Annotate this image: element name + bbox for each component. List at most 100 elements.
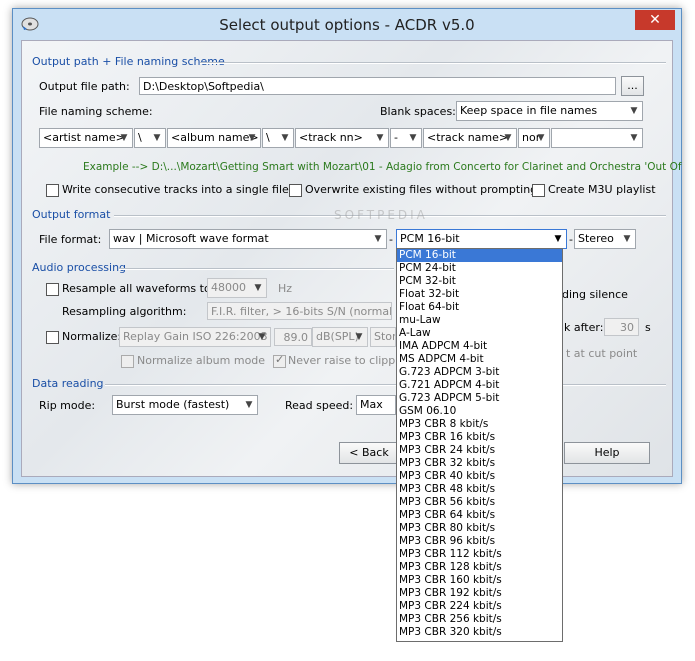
codec-option[interactable]: Float 32-bit [397,288,562,301]
chevron-down-icon: ▼ [254,283,262,293]
output-file-path-label: Output file path: [39,80,130,93]
db-unit-select[interactable]: dB(SPL) ▼ [312,327,368,347]
file-format-label: File format: [39,233,102,246]
chevron-down-icon: ▼ [537,133,545,143]
never-clip-label: Never raise to clipping [288,354,413,367]
sample-rate-select[interactable]: 48000 ▼ [207,278,267,298]
split-after-input[interactable]: 30 [604,318,639,336]
codec-option[interactable]: PCM 32-bit [397,275,562,288]
consecutive-tracks-checkbox[interactable] [46,184,59,197]
resample-checkbox[interactable] [46,283,59,296]
scheme-part-6[interactable]: - ▼ [390,128,422,148]
normalize-label: Normalize: [62,330,122,343]
store-value: Store [374,330,396,343]
codec-option[interactable]: MP3 CBR 256 kbit/s [397,613,562,626]
codec-option[interactable]: PCM 24-bit [397,262,562,275]
chevron-down-icon: ▼ [153,133,161,143]
normalize-method-select[interactable]: Replay Gain ISO 226:2003 ▼ [119,327,271,347]
chevron-down-icon: ▼ [623,234,631,244]
codec-option[interactable]: MP3 CBR 64 kbit/s [397,509,562,522]
silence-label: ding silence [562,288,628,301]
target-level-input[interactable]: 89.0 [274,328,312,346]
codec-select[interactable]: PCM 16-bit ▼ [396,229,567,249]
scheme-part-9[interactable]: ▼ [551,128,643,148]
chevron-down-icon: ▼ [120,133,128,143]
split-after-label: k after: [564,321,604,334]
browse-button[interactable]: ... [621,76,644,96]
rip-mode-value: Burst mode (fastest) [116,398,230,411]
codec-option[interactable]: Float 64-bit [397,301,562,314]
section-audio-processing: Audio processing [32,261,127,274]
close-button[interactable]: ✕ [635,10,675,30]
codec-option[interactable]: MP3 CBR 8 kbit/s [397,418,562,431]
read-speed-label: Read speed: [285,399,354,412]
codec-option[interactable]: G.723 ADPCM 3-bit [397,366,562,379]
dash-separator: - [569,233,573,246]
codec-option[interactable]: MP3 CBR 24 kbit/s [397,444,562,457]
codec-option[interactable]: MP3 CBR 96 kbit/s [397,535,562,548]
codec-option[interactable]: G.721 ADPCM 4-bit [397,379,562,392]
scheme-part-1[interactable]: <artist name> ▼ [39,128,133,148]
codec-option[interactable]: IMA ADPCM 4-bit [397,340,562,353]
title-bar[interactable]: Select output options - ACDR v5.0 ✕ [13,9,681,39]
album-mode-label: Normalize album mode [137,354,266,367]
codec-option[interactable]: MP3 CBR 224 kbit/s [397,600,562,613]
read-speed-select[interactable]: Max [356,395,396,415]
sample-rate-value: 48000 [211,281,246,294]
scheme-part-4[interactable]: \ ▼ [262,128,294,148]
codec-option[interactable]: MP3 CBR 128 kbit/s [397,561,562,574]
codec-option[interactable]: PCM 16-bit [397,249,562,262]
scheme-part-3[interactable]: <album name> ▼ [167,128,261,148]
channels-select[interactable]: Stereo ▼ [574,229,636,249]
resampling-algorithm-field[interactable]: F.I.R. filter, > 16-bits S/N (normal) [207,302,392,320]
scheme-part-5[interactable]: <track nn> ▼ [295,128,389,148]
dialog-body: Output path + File naming scheme Output … [21,40,682,477]
codec-option[interactable]: MP3 CBR 56 kbit/s [397,496,562,509]
scheme-part-2[interactable]: \ ▼ [134,128,166,148]
overwrite-checkbox[interactable] [289,184,302,197]
codec-option[interactable]: MP3 CBR 160 kbit/s [397,574,562,587]
codec-option[interactable]: MP3 CBR 40 kbit/s [397,470,562,483]
file-format-select[interactable]: wav | Microsoft wave format ▼ [109,229,387,249]
codec-option[interactable]: mu-Law [397,314,562,327]
chevron-down-icon: ▼ [374,234,382,244]
scheme-part-7[interactable]: <track name> ▼ [423,128,517,148]
hz-unit: Hz [278,282,293,295]
codec-option[interactable]: MP3 CBR 16 kbit/s [397,431,562,444]
normalize-checkbox[interactable] [46,331,59,344]
back-button[interactable]: < Back [339,442,399,464]
codec-option[interactable]: GSM 06.10 [397,405,562,418]
naming-example: Example --> D:\...\Mozart\Getting Smart … [83,161,682,173]
codec-option[interactable]: MP3 CBR 48 kbit/s [397,483,562,496]
resample-label: Resample all waveforms to: [62,282,215,295]
album-mode-checkbox[interactable] [121,355,134,368]
codec-option[interactable]: MP3 CBR 320 kbit/s [397,626,562,639]
watermark-text: SOFTPEDIA [334,208,428,222]
m3u-playlist-checkbox[interactable] [532,184,545,197]
chevron-down-icon: ▼ [376,133,384,143]
section-divider [105,384,666,386]
channels-value: Stereo [578,232,614,245]
codec-option[interactable]: MP3 CBR 32 kbit/s [397,457,562,470]
codec-option[interactable]: MP3 CBR 112 kbit/s [397,548,562,561]
blank-spaces-select[interactable]: Keep space in file names ▼ [456,101,643,121]
scheme-part-8[interactable]: nor ▼ [518,128,550,148]
codec-option[interactable]: MS ADPCM 4-bit [397,353,562,366]
codec-option[interactable]: MP3 CBR 192 kbit/s [397,587,562,600]
codec-dropdown-list[interactable]: PCM 16-bit PCM 24-bit PCM 32-bit Float 32-b… [396,248,563,642]
codec-option[interactable]: MP3 CBR 80 kbit/s [397,522,562,535]
codec-value: PCM 16-bit [400,232,460,245]
rip-mode-select[interactable]: Burst mode (fastest) ▼ [112,395,258,415]
store-select[interactable]: Store [370,327,396,347]
section-output-format: Output format [32,208,111,221]
chevron-down-icon: ▼ [258,332,266,342]
chevron-down-icon: ▼ [245,400,253,410]
section-data-reading: Data reading [32,377,104,390]
chevron-down-icon: ▼ [409,133,417,143]
never-clip-checkbox[interactable] [273,353,286,368]
resampling-algorithm-label: Resampling algorithm: [62,305,187,318]
codec-option[interactable]: A-Law [397,327,562,340]
output-file-path-input[interactable]: D:\Desktop\Softpedia\ [139,77,616,95]
codec-option[interactable]: G.723 ADPCM 5-bit [397,392,562,405]
help-button[interactable]: Help [564,442,650,464]
